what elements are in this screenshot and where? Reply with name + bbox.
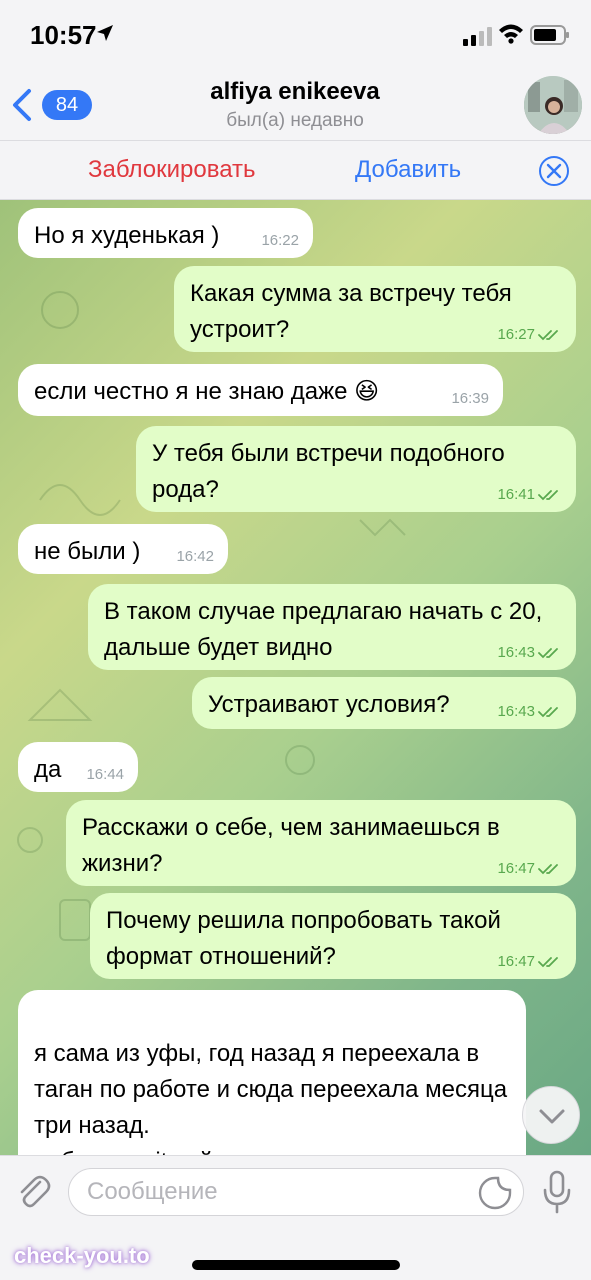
double-check-icon bbox=[538, 648, 558, 659]
message-time-read: 16:41 bbox=[497, 486, 562, 504]
chat-last-seen: был(а) недавно bbox=[226, 110, 364, 131]
home-area: check-you.to bbox=[0, 1235, 591, 1280]
composer bbox=[0, 1155, 591, 1235]
add-contact-button[interactable]: Добавить bbox=[355, 156, 461, 184]
message-bubble-outgoing[interactable]: Почему решила попробовать такой формат о… bbox=[90, 893, 576, 979]
message-text: Но я худенькая ) bbox=[34, 222, 220, 249]
message-bubble-incoming[interactable]: не были ) 16:42 bbox=[18, 524, 228, 574]
sticker-icon[interactable] bbox=[478, 1176, 512, 1210]
home-indicator[interactable] bbox=[192, 1260, 400, 1270]
message-time-read: 16:47 bbox=[497, 860, 562, 878]
message-bubble-incoming[interactable]: я сама из уфы, год назад я переехала в т… bbox=[18, 990, 526, 1155]
message-bubble-incoming[interactable]: если честно я не знаю даже 😆 16:39 bbox=[18, 364, 503, 416]
cellular-signal-icon bbox=[463, 27, 492, 46]
chevron-left-icon bbox=[13, 89, 31, 121]
avatar[interactable] bbox=[524, 76, 582, 134]
message-text: В таком случае предлагаю начать с 20, да… bbox=[104, 598, 543, 661]
message-bubble-outgoing[interactable]: Устраивают условия? 16:43 bbox=[192, 677, 576, 729]
double-check-icon bbox=[538, 330, 558, 341]
message-text: я сама из уфы, год назад я переехала в т… bbox=[34, 1040, 508, 1155]
spam-action-bar: Заблокировать Добавить bbox=[0, 140, 591, 200]
microphone-icon[interactable] bbox=[540, 1170, 574, 1214]
watermark-text: check-you.to bbox=[14, 1243, 150, 1268]
back-button[interactable]: 84 bbox=[10, 84, 92, 124]
message-bubble-incoming[interactable]: Но я худенькая ) 16:22 bbox=[18, 208, 313, 258]
message-time-read: 16:47 bbox=[497, 953, 562, 971]
double-check-icon bbox=[538, 490, 558, 501]
block-button[interactable]: Заблокировать bbox=[88, 156, 256, 184]
double-check-icon bbox=[538, 957, 558, 968]
close-icon[interactable] bbox=[538, 155, 570, 187]
paperclip-icon[interactable] bbox=[14, 1172, 52, 1212]
message-time: 16:39 bbox=[451, 390, 489, 407]
wifi-icon bbox=[499, 24, 523, 44]
chat-header: 84 alfiya enikeeva был(а) недавно bbox=[0, 70, 591, 140]
status-bar: 10:57 bbox=[0, 0, 591, 70]
double-check-icon bbox=[538, 864, 558, 875]
message-bubble-outgoing[interactable]: Какая сумма за встречу тебя устроит? 16:… bbox=[174, 266, 576, 352]
message-input[interactable] bbox=[68, 1168, 524, 1216]
message-text: Почему решила попробовать такой формат о… bbox=[106, 907, 501, 970]
location-arrow-icon bbox=[97, 25, 113, 41]
battery-icon bbox=[530, 25, 569, 45]
message-bubble-incoming[interactable]: да 16:44 bbox=[18, 742, 138, 792]
message-time: 16:44 bbox=[86, 766, 124, 783]
double-check-icon bbox=[538, 707, 558, 718]
chat-title[interactable]: alfiya enikeeva bbox=[100, 78, 490, 106]
message-time-read: 16:27 bbox=[497, 326, 562, 344]
message-bubble-outgoing[interactable]: У тебя были встречи подобного рода? 16:4… bbox=[136, 426, 576, 512]
message-text: если честно я не знаю даже 😆 bbox=[34, 378, 380, 405]
message-text: Расскажи о себе, чем занимаешься в жизни… bbox=[82, 814, 500, 877]
message-list[interactable]: Но я худенькая ) 16:22 Какая сумма за вс… bbox=[0, 200, 591, 1155]
message-bubble-outgoing[interactable]: В таком случае предлагаю начать с 20, да… bbox=[88, 584, 576, 670]
message-time: 16:22 bbox=[261, 232, 299, 249]
message-time: 16:42 bbox=[176, 548, 214, 565]
scroll-to-bottom-button[interactable] bbox=[522, 1086, 580, 1144]
status-time: 10:57 bbox=[30, 20, 97, 50]
message-time-read: 16:43 bbox=[497, 644, 562, 662]
unread-badge: 84 bbox=[42, 90, 92, 120]
message-bubble-outgoing[interactable]: Расскажи о себе, чем занимаешься в жизни… bbox=[66, 800, 576, 886]
message-time-read: 16:43 bbox=[497, 703, 562, 721]
chevron-down-icon bbox=[539, 1109, 565, 1124]
